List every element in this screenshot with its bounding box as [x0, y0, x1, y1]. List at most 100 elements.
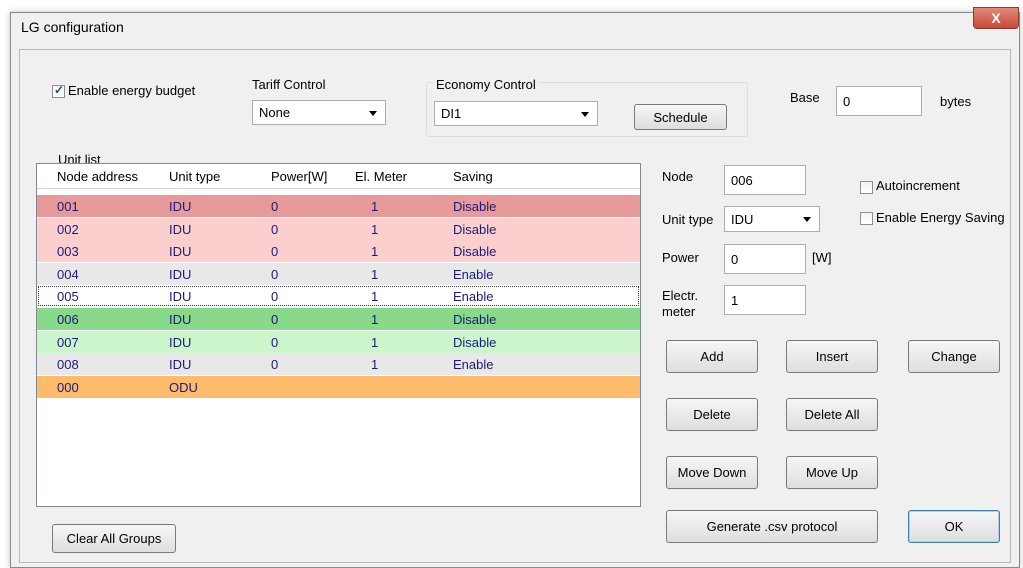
table-row[interactable]: 002 IDU 0 1 Disable	[37, 217, 640, 240]
economy-control-label: Economy Control	[434, 77, 538, 92]
table-cell-node: 008	[57, 357, 79, 373]
table-cell-saving: Enable	[453, 357, 494, 373]
table-row[interactable]: 007 IDU 0 1 Disable	[37, 330, 640, 353]
economy-control-select[interactable]: DI1	[434, 101, 598, 126]
table-row[interactable]: 006 IDU 0 1 Disable	[37, 308, 640, 330]
close-button[interactable]: X	[973, 7, 1019, 29]
table-cell-power: 0	[271, 357, 279, 373]
economy-control-value: DI1	[441, 106, 462, 121]
ok-button[interactable]: OK	[908, 510, 1000, 543]
table-cell-type: IDU	[169, 334, 192, 350]
table-cell-saving: Disable	[453, 244, 497, 260]
table-cell-meter: 1	[371, 357, 379, 373]
table-cell-meter: 1	[371, 221, 379, 237]
unit-list-header: Node address Unit type Power[W] El. Mete…	[37, 164, 640, 189]
table-cell-type: IDU	[169, 289, 192, 305]
tariff-control-label: Tariff Control	[252, 77, 326, 92]
table-row[interactable]: 003 IDU 0 1 Disable	[37, 240, 640, 263]
table-row[interactable]: 001 IDU 0 1 Disable	[37, 195, 640, 217]
table-row[interactable]: 008 IDU 0 1 Enable	[37, 353, 640, 376]
table-cell-type: IDU	[169, 244, 192, 260]
delete-button[interactable]: Delete	[666, 398, 758, 431]
table-row[interactable]: 004 IDU 0 1 Enable	[37, 262, 640, 285]
table-cell-node: 001	[57, 199, 79, 214]
table-cell-power: 0	[271, 266, 279, 282]
enable-energy-saving-checkbox[interactable]	[860, 212, 873, 225]
table-cell-saving: Enable	[453, 266, 494, 282]
base-label: Base	[790, 90, 820, 105]
electr-meter-input[interactable]: 1	[724, 285, 806, 315]
table-cell-meter: 1	[371, 266, 379, 282]
tariff-control-select[interactable]: None	[252, 100, 386, 125]
base-input[interactable]: 0	[836, 86, 922, 116]
table-cell-node: 004	[57, 266, 79, 282]
table-cell-saving: Disable	[453, 199, 497, 214]
move-up-button[interactable]: Move Up	[786, 456, 878, 489]
unit-type-select[interactable]: IDU	[724, 206, 820, 232]
table-cell-power: 0	[271, 199, 279, 214]
clear-all-groups-button[interactable]: Clear All Groups	[52, 524, 176, 553]
add-button[interactable]: Add	[666, 340, 758, 373]
table-cell-node: 003	[57, 244, 79, 260]
table-cell-saving: Disable	[453, 221, 497, 237]
power-input[interactable]: 0	[724, 244, 806, 274]
power-label: Power	[662, 250, 699, 265]
table-cell-node: 000	[57, 379, 79, 395]
table-cell-power: 0	[271, 221, 279, 237]
column-header-unit-type[interactable]: Unit type	[169, 169, 220, 184]
schedule-button-label: Schedule	[653, 109, 708, 125]
table-cell-type: IDU	[169, 199, 192, 214]
table-cell-node: 005	[57, 289, 79, 305]
table-cell-type: IDU	[169, 357, 192, 373]
table-cell-meter: 1	[371, 199, 379, 214]
table-cell-saving: Disable	[453, 334, 497, 350]
column-header-saving[interactable]: Saving	[453, 169, 493, 184]
table-cell-meter: 1	[371, 312, 379, 327]
column-header-power[interactable]: Power[W]	[271, 169, 327, 184]
table-cell-type: IDU	[169, 312, 192, 327]
table-cell-power: 0	[271, 244, 279, 260]
unit-type-value: IDU	[731, 211, 754, 227]
table-cell-type: IDU	[169, 266, 192, 282]
move-down-button[interactable]: Move Down	[666, 456, 758, 489]
autoincrement-label: Autoincrement	[876, 178, 960, 193]
change-button[interactable]: Change	[908, 340, 1000, 373]
enable-energy-saving-label: Enable Energy Saving	[876, 210, 1005, 225]
table-cell-meter: 1	[371, 289, 379, 305]
title-bar: LG configuration X	[11, 7, 1019, 43]
unit-list[interactable]: Node address Unit type Power[W] El. Mete…	[36, 163, 641, 507]
electr-meter-label-line2: meter	[662, 304, 696, 319]
schedule-button[interactable]: Schedule	[634, 104, 727, 130]
generate-csv-button[interactable]: Generate .csv protocol	[666, 510, 878, 543]
table-cell-meter: 1	[371, 334, 379, 350]
table-cell-saving: Enable	[453, 289, 494, 305]
table-cell-power: 0	[271, 312, 279, 327]
electr-meter-label-line1: Electr.	[662, 288, 699, 303]
node-label: Node	[662, 169, 694, 184]
chevron-down-icon	[803, 217, 811, 222]
table-cell-node: 006	[57, 312, 79, 327]
chevron-down-icon	[581, 111, 589, 117]
table-cell-power: 0	[271, 289, 279, 305]
delete-all-button[interactable]: Delete All	[786, 398, 878, 431]
enable-energy-budget-checkbox[interactable]	[52, 83, 65, 98]
table-row[interactable]: 005 IDU 0 1 Enable	[37, 285, 640, 308]
node-input[interactable]: 006	[724, 165, 806, 195]
power-unit-label: [W]	[812, 250, 832, 265]
table-cell-node: 007	[57, 334, 79, 350]
table-cell-type: IDU	[169, 221, 192, 237]
column-header-el-meter[interactable]: El. Meter	[355, 169, 407, 184]
autoincrement-checkbox[interactable]	[860, 181, 873, 194]
table-cell-saving: Disable	[453, 312, 497, 327]
column-header-node-address[interactable]: Node address	[57, 169, 138, 184]
enable-energy-budget-label: Enable energy budget	[68, 83, 196, 98]
unit-type-label: Unit type	[662, 212, 714, 227]
table-cell-node: 002	[57, 221, 79, 237]
insert-button[interactable]: Insert	[786, 340, 878, 373]
table-cell-meter: 1	[371, 244, 379, 260]
base-unit-label: bytes	[940, 94, 972, 109]
tariff-control-value: None	[259, 105, 291, 120]
table-cell-type: ODU	[169, 379, 198, 395]
table-cell-power: 0	[271, 334, 279, 350]
table-row[interactable]: 000 ODU	[37, 375, 640, 398]
